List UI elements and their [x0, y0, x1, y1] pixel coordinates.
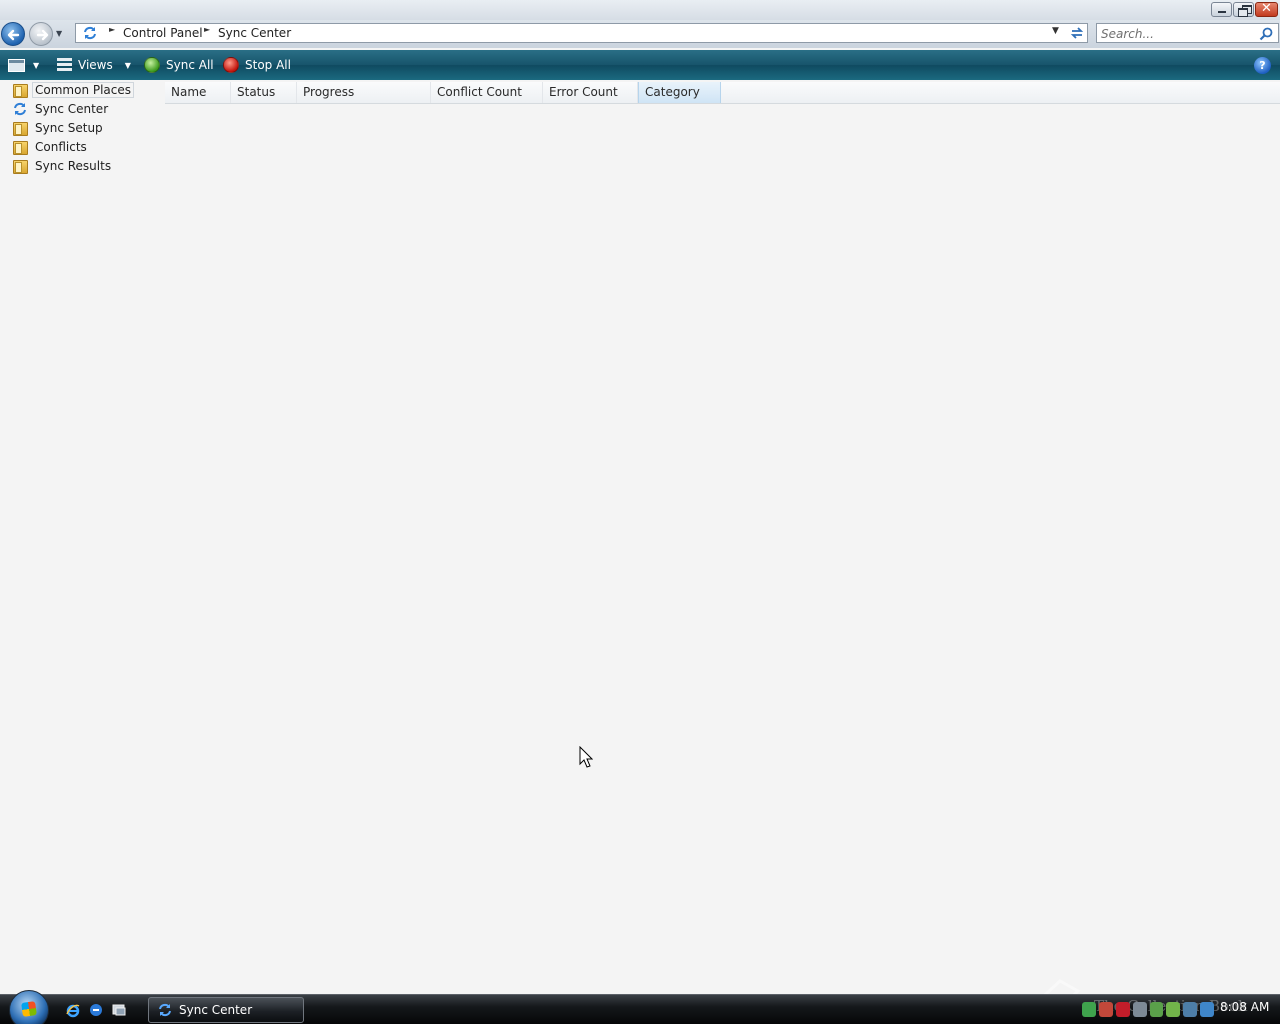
layout-icon [8, 58, 25, 72]
search-icon[interactable] [1258, 26, 1274, 42]
search-input[interactable] [1101, 26, 1251, 41]
column-header-conflict-count[interactable]: Conflict Count [431, 82, 543, 103]
address-bar[interactable]: ► Control Panel ► Sync Center ▼ [75, 23, 1088, 43]
nav-item-label: Sync Center [35, 102, 109, 116]
folder-icon [12, 159, 28, 174]
sync-icon [14, 102, 26, 116]
sync-icon [84, 26, 96, 40]
network-tray-icon[interactable] [1098, 1001, 1113, 1017]
folder-icon [12, 140, 28, 155]
stop-all-button[interactable]: Stop All [223, 55, 291, 75]
nav-item-sync-results[interactable]: Sync Results [12, 157, 111, 175]
update-tray-icon[interactable] [1149, 1001, 1164, 1017]
column-header-error-count[interactable]: Error Count [543, 82, 638, 103]
nav-item-label: Common Places [32, 82, 135, 98]
breadcrumb-control-panel[interactable]: Control Panel [123, 26, 203, 40]
display-tray-icon[interactable] [1183, 1001, 1198, 1017]
security-shield-icon[interactable] [1115, 1001, 1130, 1017]
breadcrumb-separator-icon[interactable]: ► [204, 25, 210, 34]
recent-pages-dropdown[interactable]: ▼ [56, 29, 66, 39]
folder-icon [12, 121, 28, 136]
chevron-down-icon: ▼ [124, 60, 131, 70]
mouse-cursor-icon [579, 746, 593, 768]
stop-all-label: Stop All [245, 58, 291, 72]
views-button[interactable]: Views ▼ [57, 55, 131, 75]
sync-all-label: Sync All [166, 58, 214, 72]
nav-item-label: Sync Results [35, 159, 112, 173]
nav-item-label: Conflicts [35, 140, 87, 154]
internet-explorer-icon[interactable] [65, 1002, 81, 1018]
maximize-button[interactable] [1233, 2, 1254, 17]
nav-item-sync-center[interactable]: Sync Center [12, 100, 108, 118]
sync-all-icon [144, 57, 160, 73]
forward-button[interactable] [29, 22, 53, 46]
column-header-row: Name Status Progress Conflict Count Erro… [165, 82, 1280, 104]
title-bar: ✕ [0, 0, 1280, 20]
layout-button[interactable]: ▼ [8, 55, 39, 75]
app-tray-icon[interactable] [1166, 1001, 1181, 1017]
column-header-name[interactable]: Name [165, 82, 231, 103]
chevron-down-icon: ▼ [33, 60, 40, 70]
system-tray [1082, 1000, 1214, 1018]
show-desktop-icon[interactable] [111, 1002, 127, 1018]
taskbar-window-label: Sync Center [179, 1003, 253, 1017]
forward-arrow-icon [36, 29, 49, 41]
nav-item-common-places[interactable]: Common Places [12, 81, 135, 99]
views-label: Views [78, 58, 113, 72]
views-icon [57, 58, 72, 72]
folder-icon [12, 83, 28, 98]
search-box[interactable] [1096, 23, 1279, 43]
left-navigation-pane: Common Places Sync Center Sync Setup Con… [0, 80, 160, 994]
internet-explorer-icon[interactable] [88, 1002, 104, 1018]
back-arrow-icon [7, 29, 20, 41]
breadcrumb-sync-center[interactable]: Sync Center [218, 26, 291, 40]
column-header-category[interactable]: Category [638, 82, 721, 103]
start-button[interactable] [9, 990, 49, 1024]
nav-item-conflicts[interactable]: Conflicts [12, 138, 87, 156]
refresh-icon[interactable] [1069, 25, 1085, 41]
column-header-status[interactable]: Status [231, 82, 297, 103]
system-clock[interactable]: 8:08 AM [1220, 1000, 1269, 1014]
stop-all-icon [223, 57, 239, 73]
close-icon: ✕ [1261, 1, 1272, 16]
nav-item-sync-setup[interactable]: Sync Setup [12, 119, 103, 137]
minimize-button[interactable] [1211, 2, 1232, 17]
address-dropdown-icon[interactable]: ▼ [1052, 26, 1059, 36]
nav-item-label: Sync Setup [35, 121, 103, 135]
back-button[interactable] [1, 22, 25, 46]
defender-tray-icon[interactable] [1132, 1001, 1147, 1017]
taskbar-window-button[interactable]: Sync Center [148, 997, 304, 1023]
sync-tray-icon[interactable] [1082, 1001, 1096, 1017]
column-header-progress[interactable]: Progress [297, 82, 431, 103]
sync-icon [159, 1003, 171, 1017]
network-status-icon[interactable] [1200, 1001, 1214, 1017]
sync-all-button[interactable]: Sync All [144, 55, 214, 75]
command-bar: ▼ Views ▼ Sync All Stop All ? [0, 50, 1280, 80]
breadcrumb-separator-icon[interactable]: ► [109, 25, 115, 34]
close-button[interactable]: ✕ [1255, 1, 1278, 17]
help-button[interactable]: ? [1254, 57, 1271, 74]
